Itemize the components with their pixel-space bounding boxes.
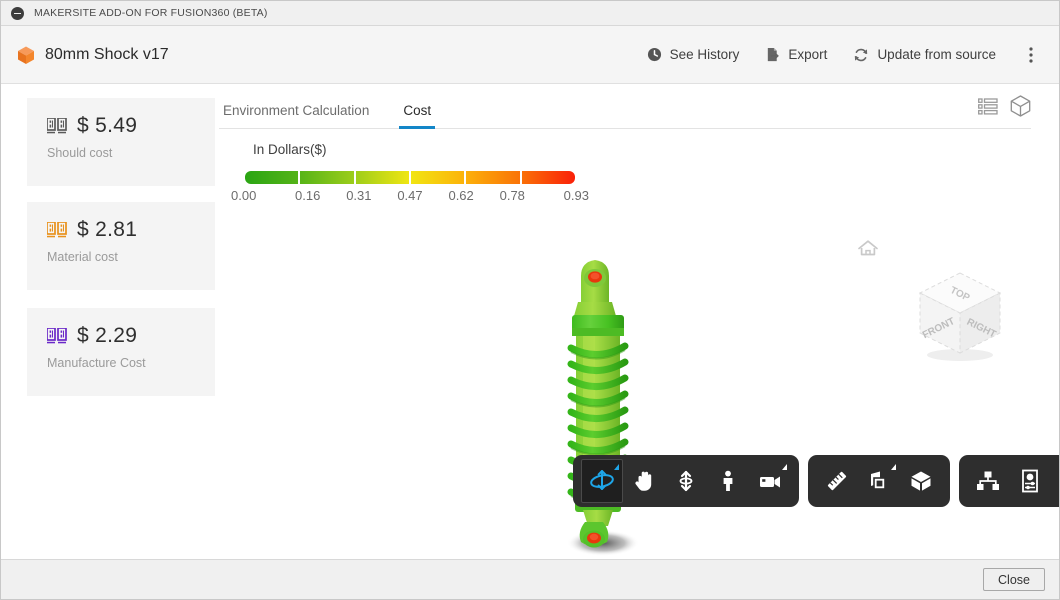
kebab-menu-icon[interactable] <box>1017 41 1045 69</box>
minus-circle-icon[interactable] <box>11 7 24 20</box>
section-analysis-tool-button[interactable] <box>858 459 900 503</box>
cost-card-material-cost[interactable]: $ 2.81 Material cost <box>27 202 215 290</box>
zoom-tool-button[interactable] <box>665 459 707 503</box>
model-view-icon[interactable] <box>1010 95 1031 122</box>
cost-label: Manufacture Cost <box>47 356 215 370</box>
clock-icon <box>647 47 662 62</box>
tab-bar: Environment Calculation Cost <box>219 84 1031 129</box>
settings-group <box>959 455 1059 507</box>
barcode-icon <box>47 222 67 239</box>
export-label: Export <box>788 47 827 62</box>
cost-amount: $ 2.29 <box>77 324 137 348</box>
close-button[interactable]: Close <box>983 568 1045 591</box>
cost-amount: $ 2.81 <box>77 218 137 242</box>
dropdown-triangle-icon[interactable] <box>782 464 787 470</box>
cost-label: Material cost <box>47 250 215 264</box>
cost-card-manufacture-cost[interactable]: $ 2.29 Manufacture Cost <box>27 308 215 396</box>
settings-tool-button[interactable] <box>1051 459 1059 503</box>
viewport-toolbar <box>573 455 1059 507</box>
titlebar: MAKERSITE ADD-ON FOR FUSION360 (BETA) <box>1 1 1059 26</box>
body: $ 5.49 Should cost <box>1 84 1059 559</box>
tab-cost[interactable]: Cost <box>399 103 435 128</box>
browser-tree-tool-button[interactable] <box>967 459 1009 503</box>
cost-amount: $ 5.49 <box>77 114 137 138</box>
orbit-tool-button[interactable] <box>581 459 623 503</box>
update-from-source-button[interactable]: Update from source <box>840 40 1009 70</box>
titlebar-title: MAKERSITE ADD-ON FOR FUSION360 (BETA) <box>34 7 268 19</box>
footer: Close <box>1 559 1059 599</box>
tab-environment-calculation[interactable]: Environment Calculation <box>219 103 373 128</box>
display-settings-tool-button[interactable] <box>1009 459 1051 503</box>
home-icon[interactable] <box>857 239 879 264</box>
view-mode-switcher <box>978 95 1031 128</box>
list-view-icon[interactable] <box>978 98 998 120</box>
walk-tool-button[interactable] <box>707 459 749 503</box>
pan-tool-button[interactable] <box>623 459 665 503</box>
header-actions: See History Export <box>634 40 1045 70</box>
barcode-icon <box>47 328 67 345</box>
update-from-source-label: Update from source <box>877 47 996 62</box>
refresh-icon <box>853 47 869 63</box>
appearance-tool-button[interactable] <box>900 459 942 503</box>
cost-summary-sidebar: $ 5.49 Should cost <box>1 84 215 559</box>
shock-absorber-model[interactable] <box>545 254 675 559</box>
inspect-group <box>808 455 950 507</box>
orange-cube-icon <box>15 44 37 66</box>
page-title: 80mm Shock v17 <box>45 46 169 64</box>
export-button[interactable]: Export <box>752 40 840 69</box>
see-history-button[interactable]: See History <box>634 40 753 69</box>
export-file-icon <box>765 47 780 62</box>
camera-tool-button[interactable] <box>749 459 791 503</box>
navigation-group <box>573 455 799 507</box>
dropdown-triangle-icon[interactable] <box>891 464 896 470</box>
see-history-label: See History <box>670 47 740 62</box>
dropdown-triangle-icon[interactable] <box>614 464 619 470</box>
cost-card-should-cost[interactable]: $ 5.49 Should cost <box>27 98 215 186</box>
makersite-addon-window: MAKERSITE ADD-ON FOR FUSION360 (BETA) 80… <box>0 0 1060 600</box>
cost-label: Should cost <box>47 146 215 160</box>
model-viewport[interactable]: TOP FRONT RIGHT <box>215 129 1059 559</box>
view-cube[interactable]: TOP FRONT RIGHT <box>905 259 1015 374</box>
barcode-icon <box>47 118 67 135</box>
document-header: 80mm Shock v17 See History <box>1 26 1059 84</box>
measure-tool-button[interactable] <box>816 459 858 503</box>
main-panel: Environment Calculation Cost <box>215 84 1059 559</box>
